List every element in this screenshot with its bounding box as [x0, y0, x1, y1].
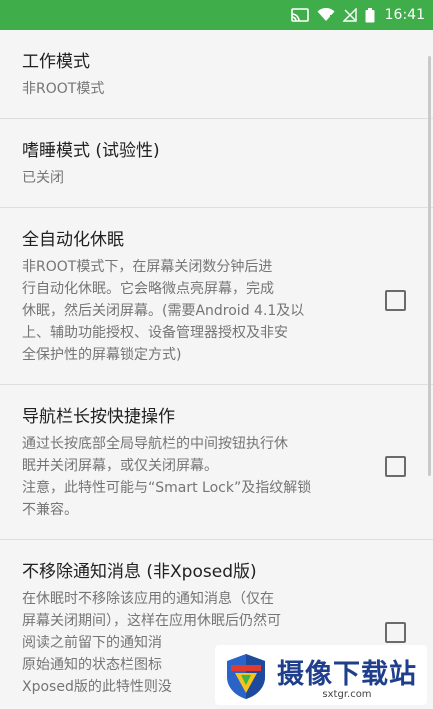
site-watermark: 摄像下载站 sxtgr.com — [215, 645, 427, 705]
battery-icon — [365, 7, 375, 23]
shield-logo-icon — [227, 654, 265, 699]
setting-title: 工作模式 — [22, 52, 90, 72]
watermark-text: 摄像下载站 sxtgr.com — [277, 652, 417, 700]
navbar-long-press-checkbox[interactable] — [385, 456, 406, 477]
setting-summary: 非ROOT模式 — [22, 81, 105, 97]
settings-list[interactable]: 工作模式 非ROOT模式 嗜睡模式 (试验性) 已关闭 全自动化休眠 非ROOT… — [0, 30, 433, 709]
auto-hibernate-checkbox[interactable] — [385, 290, 406, 311]
setting-auto-hibernate[interactable]: 全自动化休眠 非ROOT模式下，在屏幕关闭数分钟后进 行自动化休眠。它会略微点亮… — [0, 208, 433, 385]
setting-title: 不移除通知消息 (非Xposed版) — [22, 562, 257, 582]
setting-title: 全自动化休眠 — [22, 230, 124, 250]
cast-icon — [290, 8, 309, 22]
setting-doze-mode[interactable]: 嗜睡模式 (试验性) 已关闭 — [0, 119, 433, 208]
setting-title: 导航栏长按快捷操作 — [22, 407, 175, 427]
status-bar: 16:41 — [0, 0, 433, 30]
setting-summary: 通过长按底部全局导航栏的中间按钮执行休 眠并关闭屏幕，或仅关闭屏幕。 注意，此特… — [22, 436, 312, 518]
setting-summary: 已关闭 — [22, 170, 64, 186]
watermark-url: sxtgr.com — [322, 689, 372, 700]
wifi-icon — [317, 8, 335, 22]
watermark-title: 摄像下载站 — [277, 659, 417, 690]
no-signal-icon — [342, 8, 357, 22]
keep-notifications-checkbox[interactable] — [385, 622, 406, 643]
setting-navbar-long-press[interactable]: 导航栏长按快捷操作 通过长按底部全局导航栏的中间按钮执行休 眠并关闭屏幕，或仅关… — [0, 385, 433, 540]
status-time: 16:41 — [384, 7, 425, 23]
setting-summary: 非ROOT模式下，在屏幕关闭数分钟后进 行自动化休眠。它会略微点亮屏幕，完成 休… — [22, 259, 305, 363]
setting-title: 嗜睡模式 (试验性) — [22, 141, 160, 161]
scrollbar[interactable] — [428, 56, 431, 476]
setting-work-mode[interactable]: 工作模式 非ROOT模式 — [0, 30, 433, 119]
